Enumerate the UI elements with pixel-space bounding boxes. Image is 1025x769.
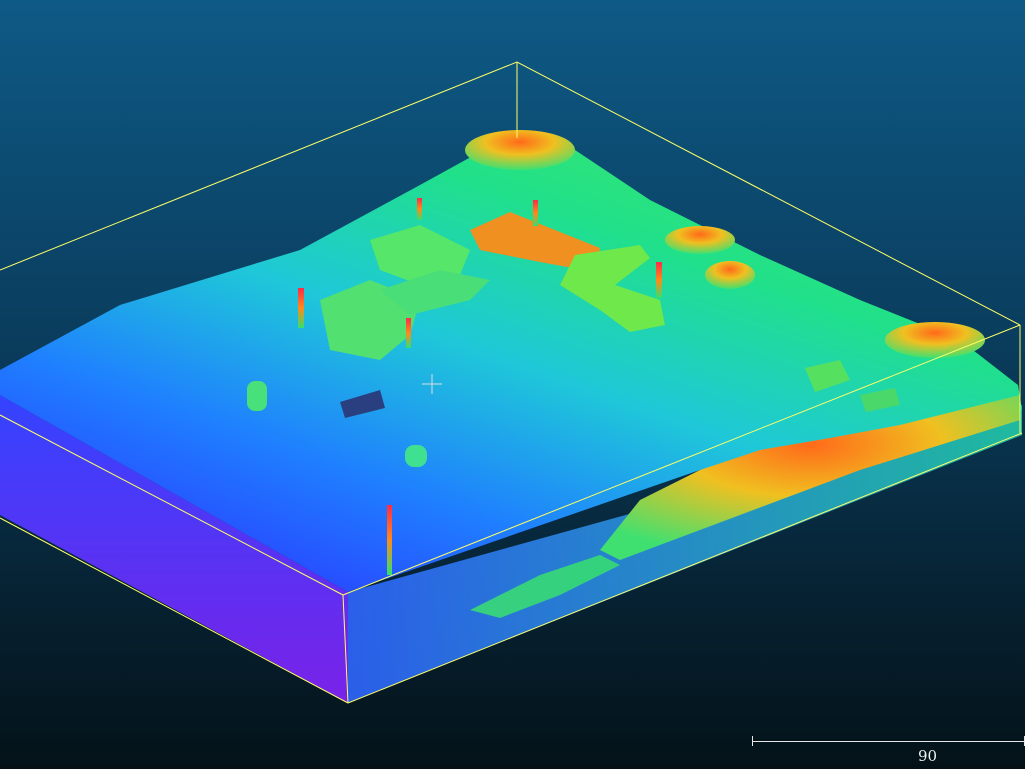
scale-bar-label: 90 xyxy=(918,747,938,765)
tree-cluster-far-right xyxy=(885,322,985,358)
tower-4 xyxy=(656,262,662,298)
scale-bar-tick-left xyxy=(752,736,753,746)
tower-5 xyxy=(406,318,411,348)
tank-lower xyxy=(405,445,427,467)
tower-1 xyxy=(298,288,304,328)
tank-left xyxy=(247,381,267,411)
point-cloud-viewport[interactable] xyxy=(0,0,1025,769)
scale-bar-line xyxy=(752,741,1025,742)
tree-cluster-top-right xyxy=(665,226,735,254)
tower-tall xyxy=(387,505,392,575)
point-cloud xyxy=(0,130,1022,703)
tree-cluster-right xyxy=(705,261,755,289)
scale-bar: 90 xyxy=(752,736,1025,766)
tower-3 xyxy=(533,200,538,226)
tree-cluster-top xyxy=(465,130,575,170)
tower-2 xyxy=(417,198,422,220)
